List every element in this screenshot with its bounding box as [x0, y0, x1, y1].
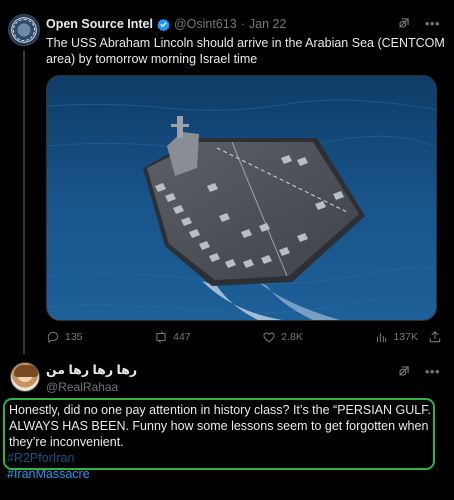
display-name[interactable]: Open Source Intel — [46, 17, 153, 31]
reply-body: Honestly, did no one pay attention in hi… — [3, 398, 437, 482]
thread-line — [23, 50, 25, 354]
tweet-image[interactable] — [46, 75, 437, 321]
grok-icon[interactable] — [397, 16, 411, 30]
avatar[interactable] — [8, 14, 40, 46]
aircraft-carrier-image — [47, 76, 436, 320]
reply-text: Honestly, did no one pay attention in hi… — [9, 403, 431, 449]
hashtag-link[interactable]: #R2PforIran — [7, 450, 437, 466]
views-icon — [377, 332, 387, 343]
separator: · — [240, 17, 245, 31]
hashtag-link[interactable]: #IranMassacre — [7, 466, 437, 482]
share-icon[interactable] — [428, 330, 442, 344]
verified-badge-icon — [157, 18, 170, 31]
repost-count: 447 — [173, 331, 191, 343]
tweet-actions: 135 447 2.8K 137K — [46, 330, 446, 344]
reply-header-actions: ••• — [397, 364, 440, 378]
tweet-header-actions: ••• — [397, 16, 440, 30]
like-count: 2.8K — [281, 331, 303, 343]
tweet-header: Open Source Intel @Osint613 · Jan 22 — [46, 17, 286, 31]
reply-header: رها رها رها من @RealRahaa — [46, 362, 137, 394]
reply-icon — [47, 331, 59, 343]
reply-count: 135 — [65, 331, 83, 343]
tweet-text: The USS Abraham Lincoln should arrive in… — [46, 36, 445, 66]
grok-icon[interactable] — [397, 364, 411, 378]
like-button[interactable]: 2.8K — [262, 330, 303, 344]
more-icon[interactable]: ••• — [425, 365, 440, 378]
like-icon — [263, 332, 275, 343]
handle[interactable]: @Osint613 — [174, 17, 237, 31]
avatar[interactable] — [10, 362, 40, 392]
repost-icon — [156, 331, 166, 343]
views-count: 137K — [393, 331, 418, 343]
reply-button[interactable]: 135 — [46, 330, 83, 344]
timestamp[interactable]: Jan 22 — [249, 17, 287, 31]
handle[interactable]: @RealRahaa — [46, 380, 137, 394]
display-name[interactable]: رها رها رها من — [46, 362, 137, 377]
repost-button[interactable]: 447 — [154, 330, 191, 344]
more-icon[interactable]: ••• — [425, 17, 440, 30]
views-button[interactable]: 137K — [374, 330, 418, 344]
